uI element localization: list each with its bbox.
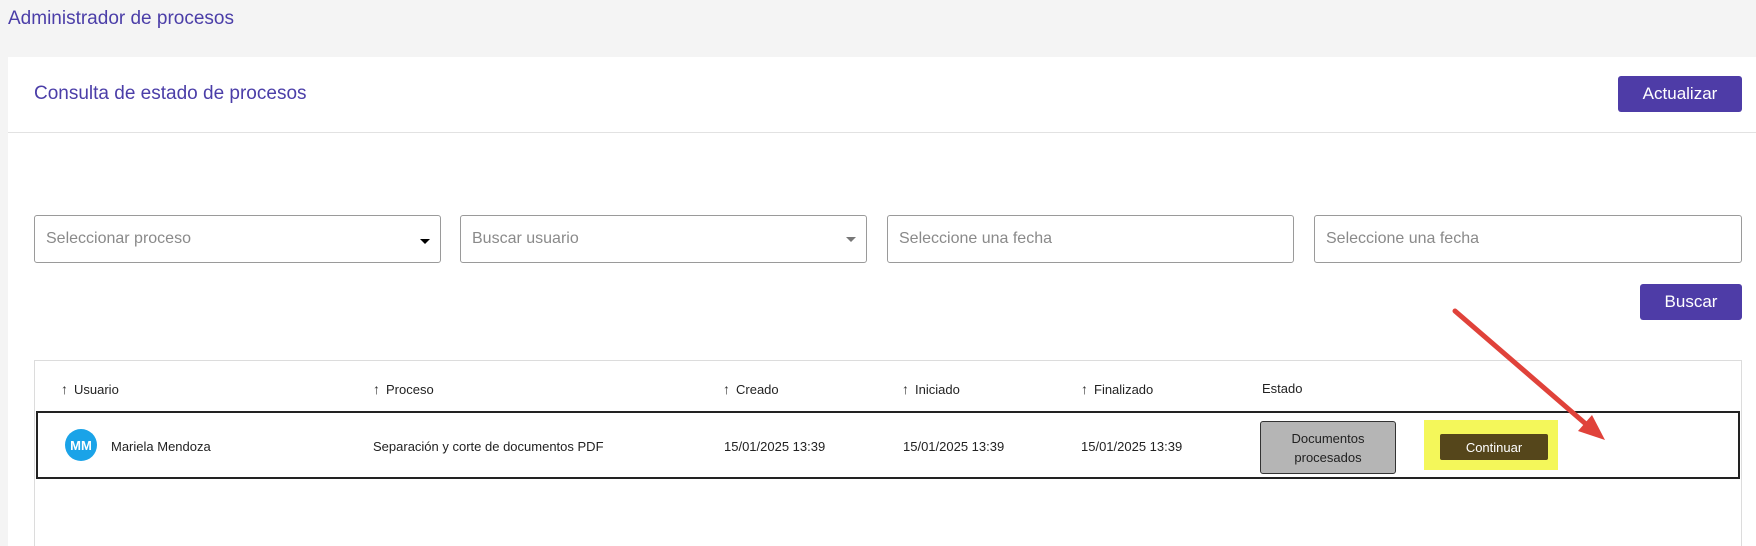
status-badge: Documentos procesados [1260,421,1396,474]
sort-arrow-icon: ↑ [723,381,730,397]
column-header-usuario[interactable]: ↑ Usuario [61,381,119,397]
date-from-field[interactable]: Seleccione una fecha [887,215,1294,263]
column-label: Estado [1262,381,1303,396]
column-label: Iniciado [915,381,960,397]
page-title: Administrador de procesos [8,8,234,29]
column-header-proceso[interactable]: ↑ Proceso [373,381,434,397]
date-to-field[interactable]: Seleccione una fecha [1314,215,1742,263]
date-from-placeholder: Seleccione una fecha [899,230,1052,247]
process-table: ↑ Usuario ↑ Proceso ↑ Creado ↑ Iniciado … [34,360,1742,546]
continue-button[interactable]: Continuar [1440,434,1548,460]
column-label: Usuario [74,381,119,397]
column-header-estado: Estado [1262,381,1302,396]
update-button[interactable]: Actualizar [1618,76,1742,112]
chevron-down-icon [420,239,430,244]
column-label: Finalizado [1094,381,1154,397]
process-status-card: Consulta de estado de procesos Actualiza… [8,57,1756,546]
card-title: Consulta de estado de procesos [34,83,307,104]
chevron-down-icon [846,237,856,242]
process-select[interactable]: Seleccionar proceso [34,215,441,263]
table-row: MM Mariela Mendoza Separación y corte de… [36,411,1740,479]
created-cell: 15/01/2025 13:39 [724,439,826,454]
column-label: Proceso [386,381,434,397]
search-button[interactable]: Buscar [1640,284,1742,320]
sort-arrow-icon: ↑ [1081,381,1088,397]
process-select-placeholder: Seleccionar proceso [46,230,191,247]
sort-arrow-icon: ↑ [61,381,68,397]
started-cell: 15/01/2025 13:39 [903,439,1005,454]
avatar: MM [65,429,97,461]
date-to-placeholder: Seleccione una fecha [1326,230,1479,247]
sort-arrow-icon: ↑ [902,381,909,397]
user-cell: Mariela Mendoza [111,439,211,454]
column-header-finalizado[interactable]: ↑ Finalizado [1081,381,1153,397]
sort-arrow-icon: ↑ [373,381,380,397]
highlight-marker: Continuar [1424,420,1558,470]
user-search-select[interactable]: Buscar usuario [460,215,867,263]
user-select-placeholder: Buscar usuario [472,230,579,247]
column-label: Creado [736,381,779,397]
card-header: Consulta de estado de procesos Actualiza… [8,57,1756,133]
process-cell: Separación y corte de documentos PDF [373,439,604,454]
column-header-iniciado[interactable]: ↑ Iniciado [902,381,960,397]
finished-cell: 15/01/2025 13:39 [1081,439,1183,454]
column-header-creado[interactable]: ↑ Creado [723,381,779,397]
